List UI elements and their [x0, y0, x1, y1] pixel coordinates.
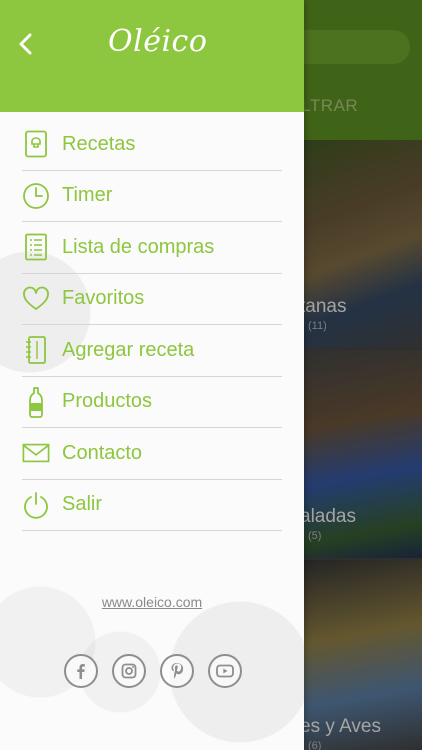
- facebook-icon: [77, 664, 85, 679]
- menu-item-timer[interactable]: Timer: [22, 171, 282, 222]
- recipe-book-icon: [22, 130, 50, 158]
- youtube-icon: [216, 664, 234, 678]
- drawer-header: Oléico: [0, 0, 304, 112]
- menu-item-agregar-receta[interactable]: Agregar receta: [22, 325, 282, 377]
- menu-item-contacto[interactable]: Contacto: [22, 428, 282, 480]
- menu-item-label: Lista de compras: [62, 235, 215, 258]
- list-icon: [22, 233, 50, 261]
- menu-item-recetas[interactable]: Recetas: [22, 119, 282, 171]
- website-link[interactable]: www.oleico.com: [0, 594, 304, 610]
- menu-item-label: Productos: [62, 390, 153, 413]
- menu-item-salir[interactable]: Salir: [22, 480, 282, 531]
- pinterest-icon: [171, 663, 184, 679]
- menu-item-label: Agregar receta: [62, 338, 195, 361]
- facebook-button[interactable]: [64, 654, 98, 688]
- instagram-button[interactable]: [112, 654, 146, 688]
- social-links: [64, 654, 242, 688]
- notebook-icon: [22, 336, 50, 365]
- menu-item-label: Recetas: [62, 132, 136, 155]
- clock-icon: [22, 182, 50, 210]
- youtube-button[interactable]: [208, 654, 242, 688]
- bottle-icon: [22, 386, 50, 418]
- menu-item-productos[interactable]: Productos: [22, 377, 282, 428]
- menu-item-favoritos[interactable]: Favoritos: [22, 274, 282, 325]
- menu-item-label: Timer: [62, 184, 113, 207]
- instagram-icon: [121, 663, 137, 679]
- menu-item-label: Salir: [62, 493, 103, 516]
- envelope-icon: [22, 439, 50, 467]
- brand-logo: Oléico: [108, 24, 208, 59]
- drawer-menu: Recetas Timer Lista de compras Favoritos…: [22, 119, 282, 531]
- menu-item-label: Favoritos: [62, 287, 145, 310]
- pinterest-button[interactable]: [160, 654, 194, 688]
- power-icon: [22, 491, 50, 519]
- chevron-left-icon: [19, 33, 32, 55]
- menu-item-label: Contacto: [62, 441, 143, 464]
- side-drawer: Oléico Recetas Timer Lista de compras Fa…: [0, 0, 304, 750]
- heart-icon: [22, 285, 50, 313]
- back-button[interactable]: [12, 30, 40, 58]
- menu-item-lista-de-compras[interactable]: Lista de compras: [22, 222, 282, 274]
